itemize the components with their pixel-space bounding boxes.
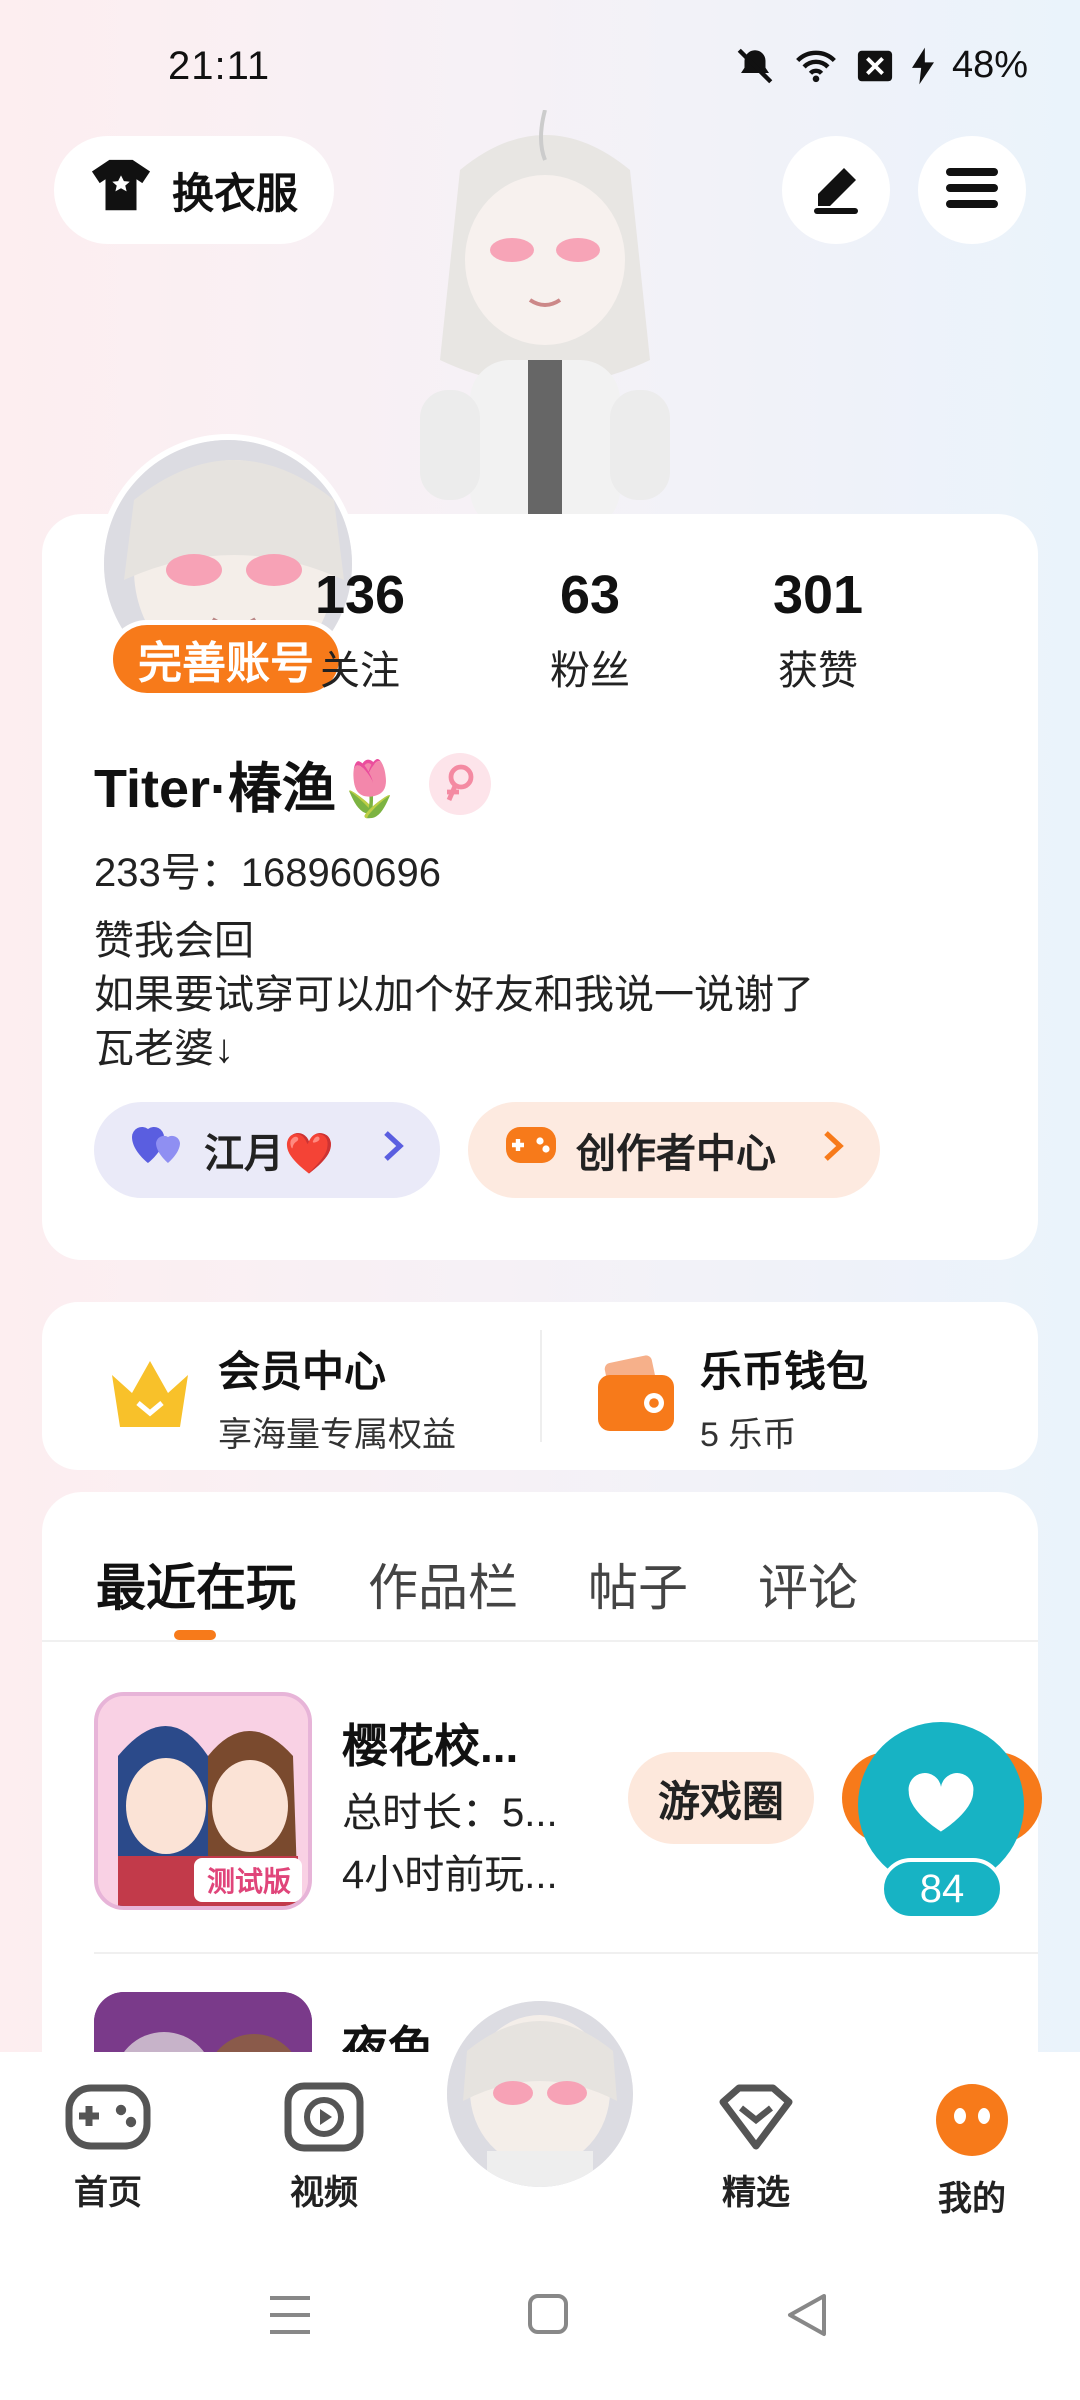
creator-center-label: 创作者中心 (576, 1132, 776, 1176)
gamepad-icon (65, 2084, 151, 2156)
profile-card: 完善账号 136 关注 63 粉丝 301 获赞 Titer·椿渔🌷 233号：… (42, 434, 1038, 1260)
tab-recently-played[interactable]: 最近在玩 (96, 1548, 296, 1620)
nav-featured[interactable]: 精选 (686, 2082, 826, 2214)
recent-apps-icon (266, 2296, 314, 2342)
vip-center[interactable]: 会员中心 享海量专属权益 (106, 1338, 456, 1456)
vip-center-title: 会员中心 (218, 1348, 387, 1395)
vip-center-subtitle: 享海量专属权益 (218, 1416, 456, 1454)
like-count-badge: 84 (880, 1858, 1004, 1920)
likes-stat[interactable]: 301 获赞 (728, 564, 908, 696)
edit-button[interactable] (782, 136, 890, 244)
bio-line: 瓦老婆↓ (94, 1027, 234, 1071)
nav-home-label: 首页 (74, 2174, 142, 2212)
sim-off-icon (856, 48, 894, 84)
followers-stat[interactable]: 63 粉丝 (500, 564, 680, 696)
following-label: 关注 (320, 649, 400, 693)
creator-center-pill[interactable]: 创作者中心 (468, 1102, 880, 1198)
nickname: Titer·椿渔🌷 (94, 759, 404, 819)
game-icon[interactable]: 测试版 (94, 1692, 312, 1910)
system-nav-bar (0, 2242, 1080, 2400)
divider (540, 1330, 542, 1442)
game-last-played: 4小时前玩... (342, 1853, 558, 1897)
test-version-badge: 测试版 (206, 1866, 291, 1897)
nav-featured-label: 精选 (722, 2174, 790, 2212)
account-id: 233号：168960696 (94, 851, 441, 895)
heart-icon (906, 1772, 976, 1839)
game-total-time: 总时长：5... (342, 1791, 558, 1835)
bottom-nav: 首页 视频 精选 我的 (0, 1994, 1080, 2242)
game-name: 樱花校... (342, 1720, 519, 1772)
nav-me-label: 我的 (938, 2180, 1006, 2218)
tab-works[interactable]: 作品栏 (368, 1548, 518, 1620)
crown-icon (106, 1355, 196, 1440)
video-play-icon (284, 2082, 364, 2156)
bio: 赞我会回 如果要试穿可以加个好友和我说一说谢了 瓦老婆↓ (94, 914, 814, 1076)
pencil-icon (808, 160, 864, 221)
nav-avatar[interactable] (440, 1994, 640, 2194)
status-time: 21:11 (168, 44, 271, 88)
chevron-right-icon (822, 1128, 844, 1173)
coin-wallet[interactable]: 乐币钱包 5 乐币 (594, 1338, 868, 1456)
wallet-icon (594, 1354, 678, 1440)
me-face-icon (934, 2084, 1010, 2162)
female-gender-icon (429, 752, 492, 815)
chevron-right-icon (382, 1128, 404, 1173)
status-icons: 48% (734, 44, 1028, 87)
mute-icon (734, 45, 776, 87)
followers-label: 粉丝 (550, 649, 630, 693)
tab-indicator (174, 1630, 216, 1640)
back-triangle-icon (784, 2294, 828, 2342)
game-circle-button[interactable]: 游戏圈 (628, 1752, 814, 1844)
charging-icon (911, 47, 934, 85)
avatar (447, 2001, 633, 2187)
jiangyue-label: 江月❤️ (204, 1132, 334, 1176)
nav-home[interactable]: 首页 (38, 2082, 178, 2214)
heart-shield-icon (715, 2084, 797, 2156)
following-count: 136 (314, 565, 406, 625)
battery-text: 48% (951, 44, 1028, 86)
nav-me[interactable]: 我的 (902, 2082, 1042, 2220)
tab-comments[interactable]: 评论 (758, 1548, 858, 1620)
back-button[interactable] (784, 2292, 828, 2343)
divider (94, 1952, 1038, 1954)
followers-count: 63 (559, 565, 621, 625)
home-button[interactable] (526, 2292, 570, 2341)
coin-wallet-title: 乐币钱包 (700, 1348, 869, 1395)
nav-video[interactable]: 视频 (254, 2082, 394, 2214)
menu-button[interactable] (918, 136, 1026, 244)
gamepad-icon (504, 1123, 558, 1177)
divider (42, 1640, 1038, 1642)
hamburger-menu-icon (944, 163, 1000, 218)
avatar-3d-figure[interactable] (400, 109, 690, 530)
bio-line: 赞我会回 (94, 919, 254, 963)
likes-label: 获赞 (778, 649, 858, 693)
purple-hearts-icon (130, 1123, 186, 1177)
home-square-icon (526, 2294, 570, 2340)
member-card: 会员中心 享海量专属权益 乐币钱包 5 乐币 (42, 1302, 1038, 1470)
likes-count: 301 (772, 565, 864, 625)
change-outfit-label: 换衣服 (171, 169, 298, 217)
nickname-row: Titer·椿渔🌷 (94, 744, 492, 823)
following-stat[interactable]: 136 关注 (270, 564, 450, 696)
jiangyue-pill[interactable]: 江月❤️ (94, 1102, 440, 1198)
shirt-icon (90, 157, 152, 223)
tab-posts[interactable]: 帖子 (588, 1548, 688, 1620)
nav-video-label: 视频 (290, 2174, 358, 2212)
change-outfit-button[interactable]: 换衣服 (54, 136, 334, 244)
coin-wallet-balance: 5 乐币 (700, 1416, 797, 1454)
bio-line: 如果要试穿可以加个好友和我说一说谢了 (94, 973, 814, 1017)
wifi-icon (794, 46, 838, 86)
recent-apps-button[interactable] (266, 2292, 314, 2343)
